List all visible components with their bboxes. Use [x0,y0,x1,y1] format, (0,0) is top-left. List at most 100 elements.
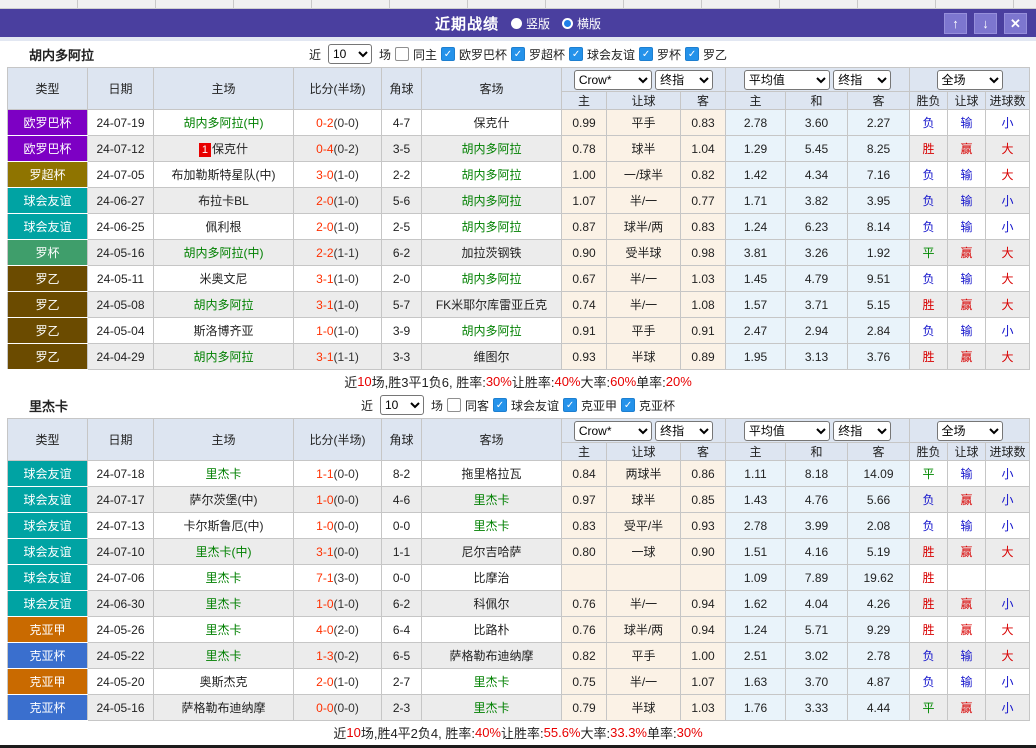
match-row: 克亚甲24-05-20奥斯杰克2-0(1-0)2-7里杰卡0.75半/一1.07… [8,669,1030,695]
avg-draw-odds: 6.23 [786,214,848,240]
score: 3-1(1-0) [294,292,382,318]
away-team: 胡内多阿拉 [422,266,562,292]
avg-stage-select[interactable]: 终指 [833,70,891,90]
result-handicap: 输 [948,513,986,539]
match-date: 24-07-17 [88,487,154,513]
avg-source-select[interactable]: 平均值 [744,70,830,90]
home-odds: 0.93 [562,344,607,370]
away-team: 里杰卡 [422,513,562,539]
odds-company-select[interactable]: Crow* [574,70,652,90]
odds-stage-select[interactable]: 终指 [655,70,713,90]
move-down-button[interactable]: ↓ [974,13,997,34]
league-filter-checkbox[interactable]: ✓ [639,47,653,61]
league-badge: 克亚杯 [8,643,88,669]
sub-column-header: 客 [848,443,910,461]
league-filter-checkbox[interactable]: ✓ [685,47,699,61]
league-filter-checkbox[interactable]: ✓ [511,47,525,61]
radio-icon[interactable] [511,18,522,29]
recent-count-select[interactable]: 10 [380,395,424,415]
fulltime-score: 0-2 [316,116,333,130]
summary-segment: 40% [475,725,501,740]
away-odds: 0.77 [681,188,726,214]
avg-draw-odds: 4.04 [786,591,848,617]
league-filter-checkbox[interactable]: ✓ [569,47,583,61]
odds-company-select[interactable]: Crow* [574,421,652,441]
home-team: 胡内多阿拉(中) [154,240,294,266]
league-filter-label: 罗杯 [657,46,681,63]
fulltime-score: 3-0 [316,168,333,182]
away-team-name: 比摩治 [473,571,509,585]
avg-home-odds: 1.62 [726,591,786,617]
avg-home-odds: 1.95 [726,344,786,370]
league-badge: 罗超杯 [8,162,88,188]
away-odds: 1.04 [681,136,726,162]
result-handicap: 输 [948,214,986,240]
away-odds: 0.83 [681,110,726,136]
fulltime-score: 7-1 [316,571,333,585]
same-venue-checkbox[interactable] [395,47,409,61]
odds-stage-select[interactable]: 终指 [655,421,713,441]
corner-score: 3-3 [382,344,422,370]
match-date: 24-05-11 [88,266,154,292]
summary-segment: 10 [346,725,360,740]
league-filter-checkbox[interactable]: ✓ [441,47,455,61]
handicap-line: 受半球 [607,240,681,266]
layout-radio-vertical[interactable]: 竖版 [511,15,550,32]
away-team-name: 里杰卡 [473,675,509,689]
league-badge: 克亚杯 [8,695,88,721]
scope-select[interactable]: 全场 [937,70,1003,90]
result-goals [986,565,1030,591]
column-header: 比分(半场) [294,419,382,461]
handicap-line: 球半 [607,136,681,162]
corner-score: 8-2 [382,461,422,487]
avg-home-odds: 1.71 [726,188,786,214]
layout-radio-horizontal[interactable]: 横版 [562,15,601,32]
team-name: 里杰卡 [29,396,68,415]
move-up-button[interactable]: ↑ [944,13,967,34]
match-row: 球会友谊24-06-25佩利根2-0(1-0)2-5胡内多阿拉0.87球半/两0… [8,214,1030,240]
same-venue-checkbox[interactable] [447,398,461,412]
avg-source-select[interactable]: 平均值 [744,421,830,441]
avg-home-odds: 2.47 [726,318,786,344]
handicap-line: 球半/两 [607,617,681,643]
league-badge: 罗乙 [8,344,88,370]
match-row: 罗杯24-05-16胡内多阿拉(中)2-2(1-1)6-2加拉茨钢铁0.90受半… [8,240,1030,266]
home-team: 里杰卡 [154,461,294,487]
avg-away-odds: 8.14 [848,214,910,240]
recent-count-select[interactable]: 10 [328,44,372,64]
league-filter-checkbox[interactable]: ✓ [563,398,577,412]
home-odds: 0.80 [562,539,607,565]
team-section: 胡内多阿拉近10场同主✓欧罗巴杯✓罗超杯✓球会友谊✓罗杯✓罗乙类型日期主场比分(… [7,41,1029,392]
sub-column-header: 客 [681,443,726,461]
summary-segment: 大率: [581,372,611,391]
home-odds: 1.07 [562,188,607,214]
result-handicap: 输 [948,266,986,292]
corner-score: 6-4 [382,617,422,643]
result-win-draw-loss: 胜 [910,617,948,643]
avg-draw-odds: 3.02 [786,643,848,669]
result-handicap: 输 [948,643,986,669]
summary-segment: 60% [610,374,636,389]
fulltime-score: 0-4 [316,142,333,156]
halftime-score: (0-0) [334,519,359,533]
close-button[interactable]: ✕ [1004,13,1027,34]
league-badge: 克亚甲 [8,617,88,643]
avg-draw-odds: 5.45 [786,136,848,162]
halftime-score: (1-0) [334,168,359,182]
avg-away-odds: 3.76 [848,344,910,370]
avg-stage-select[interactable]: 终指 [833,421,891,441]
avg-home-odds: 1.09 [726,565,786,591]
result-handicap: 输 [948,110,986,136]
result-win-draw-loss: 胜 [910,292,948,318]
result-win-draw-loss: 负 [910,266,948,292]
handicap-line: 两球半 [607,461,681,487]
halftime-score: (0-0) [334,116,359,130]
games-label: 场 [431,397,443,414]
away-team-name: 萨格勒布迪纳摩 [449,649,533,663]
column-header: 日期 [88,419,154,461]
radio-icon[interactable] [562,18,573,29]
league-filter-checkbox[interactable]: ✓ [493,398,507,412]
league-filter-checkbox[interactable]: ✓ [621,398,635,412]
scope-select[interactable]: 全场 [937,421,1003,441]
avg-source-group: 平均值 终指 [726,68,910,92]
